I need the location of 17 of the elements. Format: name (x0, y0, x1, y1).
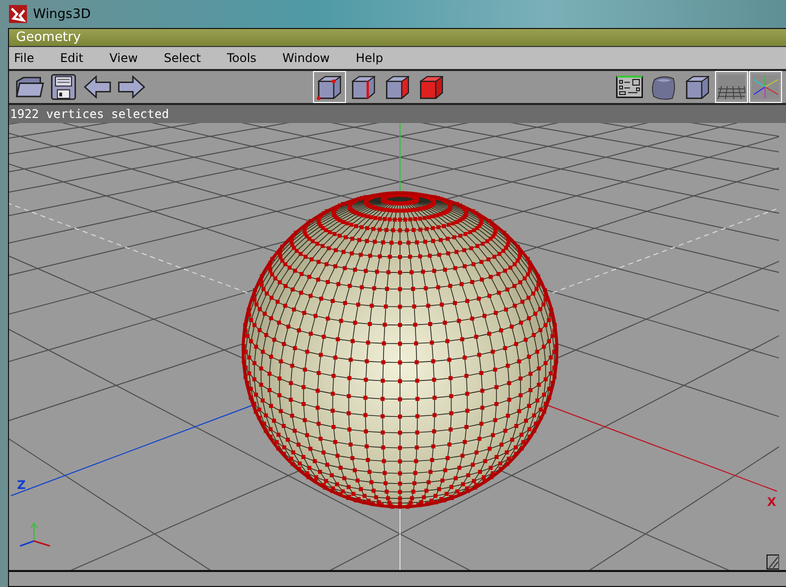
menu-item[interactable]: Tools (226, 51, 256, 65)
menu-item[interactable]: Edit (60, 51, 84, 65)
status-text: 1922 vertices selected (10, 107, 169, 121)
resize-grip-icon[interactable] (766, 554, 779, 570)
menu-item[interactable]: Help (356, 51, 384, 65)
toolbar-button[interactable] (715, 71, 748, 103)
app-logo-icon (9, 5, 27, 23)
window-title: Wings3D (33, 6, 91, 22)
menu-item[interactable]: File (14, 51, 34, 65)
panel-title: Geometry (16, 30, 81, 45)
menu-item[interactable]: View (109, 51, 138, 65)
mini-axes-icon (20, 522, 50, 547)
menu-item[interactable]: Window (282, 51, 330, 65)
menu-item[interactable]: Select (164, 51, 201, 65)
axis-label: X (767, 495, 776, 509)
axis-label: Z (17, 478, 26, 492)
toolbar-button[interactable] (313, 71, 346, 103)
